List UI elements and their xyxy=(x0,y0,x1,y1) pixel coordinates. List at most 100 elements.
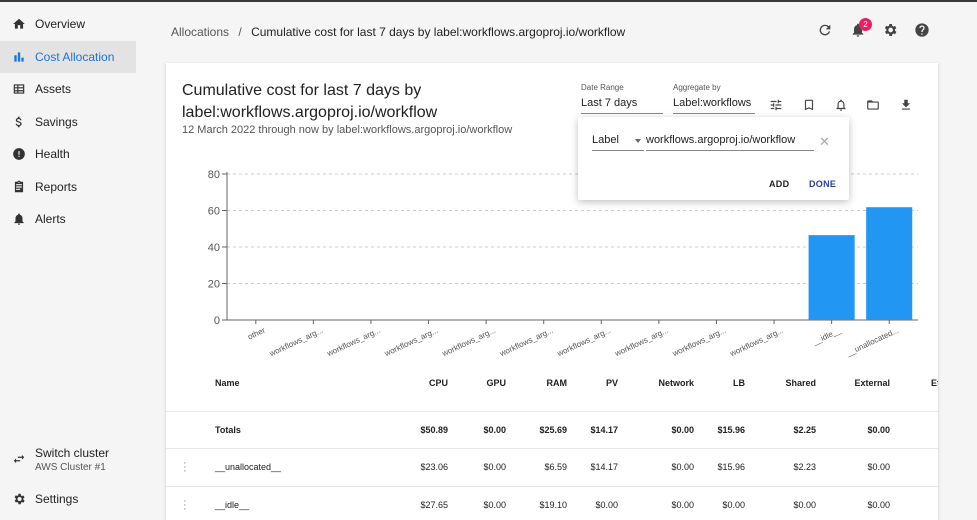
sidebar-item-reports[interactable]: Reports xyxy=(0,171,136,203)
help-button[interactable] xyxy=(914,22,930,38)
bookmark-icon xyxy=(802,98,816,112)
refresh-button[interactable] xyxy=(817,22,833,38)
gear-icon xyxy=(882,22,898,38)
table-cell: $2.23 xyxy=(793,462,816,472)
sidebar-item-label: Settings xyxy=(35,492,79,506)
column-header[interactable]: LB xyxy=(733,378,745,388)
row-menu-icon[interactable]: · · · xyxy=(183,458,187,477)
column-header[interactable]: Network xyxy=(658,378,694,388)
switch-cluster-button[interactable]: Switch cluster AWS Cluster #1 xyxy=(0,442,148,476)
settings-button[interactable] xyxy=(882,22,898,38)
breadcrumb-root-link[interactable]: Allocations xyxy=(171,25,229,39)
sidebar-item-label: Reports xyxy=(35,180,78,194)
x-tick-label: workflows_arg... xyxy=(728,326,785,358)
y-tick-label: 40 xyxy=(208,242,220,254)
report-subtitle: 12 March 2022 through now by label:workf… xyxy=(182,124,513,136)
date-range-select[interactable]: Date Range Last 7 days xyxy=(581,83,663,114)
download-button[interactable] xyxy=(899,98,913,112)
table-cell: $23.06 xyxy=(420,462,448,472)
sidebar-item-label: Cost Allocation xyxy=(35,50,115,64)
report-icon xyxy=(12,180,26,194)
column-header[interactable]: External xyxy=(854,378,890,388)
sidebar-item-settings[interactable]: Settings xyxy=(0,484,136,514)
help-icon xyxy=(914,22,930,38)
y-tick-label: 20 xyxy=(208,279,220,291)
row-menu-icon[interactable]: · · · xyxy=(183,496,187,515)
report-title: Cumulative cost for last 7 days by label… xyxy=(182,82,438,121)
refresh-icon xyxy=(817,22,833,38)
open-report-button[interactable] xyxy=(866,98,880,112)
bell-icon xyxy=(12,212,26,226)
sidebar-item-overview[interactable]: Overview xyxy=(0,8,136,40)
bookmark-button[interactable] xyxy=(802,98,816,112)
column-header[interactable]: RAM xyxy=(547,378,568,388)
sidebar-item-label: Assets xyxy=(35,82,72,96)
column-header[interactable]: Shared xyxy=(785,378,816,388)
aggregate-by-select[interactable]: Aggregate by Label:workflows xyxy=(673,83,755,114)
notification-count-badge: 2 xyxy=(859,18,872,31)
y-tick-label: 60 xyxy=(208,206,220,218)
sidebar: Overview Cost Allocation Assets Savings … xyxy=(0,2,148,520)
sidebar-item-label: Savings xyxy=(35,115,78,129)
swap-icon xyxy=(12,452,26,466)
totals-cell: $0.00 xyxy=(483,425,506,435)
alert-button[interactable] xyxy=(834,98,848,112)
totals-cell: $2.25 xyxy=(793,425,816,435)
gear-icon xyxy=(12,492,26,506)
breadcrumb: Allocations / Cumulative cost for last 7… xyxy=(171,25,625,39)
bar xyxy=(866,207,913,320)
table-cell: $0.00 xyxy=(483,462,506,472)
dollar-icon xyxy=(12,115,26,129)
table-cell: $0.00 xyxy=(671,462,694,472)
sidebar-item-savings[interactable]: Savings xyxy=(0,106,136,138)
x-tick-label: workflows_arg... xyxy=(613,326,670,358)
assets-icon xyxy=(12,82,26,96)
y-tick-label: 0 xyxy=(214,315,220,327)
done-button[interactable]: DONE xyxy=(809,179,836,189)
dropdown-caret-icon xyxy=(635,139,641,143)
x-tick-label: workflows_arg... xyxy=(555,326,612,358)
x-tick-label: workflows_arg... xyxy=(670,326,727,358)
home-icon xyxy=(12,17,26,31)
column-header[interactable]: GPU xyxy=(486,378,506,388)
x-tick-label: workflows_arg... xyxy=(440,326,497,358)
column-header[interactable]: Name xyxy=(215,378,240,388)
table-cell: $0.00 xyxy=(722,500,745,510)
filter-button[interactable] xyxy=(769,98,783,112)
date-range-value: Last 7 days xyxy=(581,97,663,114)
x-tick-label: workflows_arg... xyxy=(267,326,324,358)
x-tick-label: __idle__ xyxy=(810,325,843,347)
sidebar-item-health[interactable]: Health xyxy=(0,138,136,170)
table-cell: $0.00 xyxy=(867,500,890,510)
alert-circle-icon xyxy=(12,147,26,161)
filter-value-input[interactable]: workflows.argoproj.io/workflow xyxy=(646,134,814,151)
column-header[interactable]: PV xyxy=(606,378,618,388)
table-cell: $19.10 xyxy=(539,500,567,510)
sidebar-item-assets[interactable]: Assets xyxy=(0,73,136,105)
totals-cell: $25.69 xyxy=(539,425,567,435)
bar xyxy=(808,235,855,320)
x-tick-label: __unallocated... xyxy=(844,326,900,358)
table-cell: $14.17 xyxy=(590,462,618,472)
table-divider xyxy=(166,411,938,412)
sidebar-item-label: Alerts xyxy=(35,212,66,226)
tune-icon xyxy=(769,98,783,112)
date-range-label: Date Range xyxy=(581,83,624,92)
table-divider xyxy=(166,486,938,487)
totals-cell: $0.00 xyxy=(671,425,694,435)
column-header[interactable]: CPU xyxy=(429,378,448,388)
totals-label: Totals xyxy=(215,425,241,435)
column-header[interactable]: Ef xyxy=(931,378,938,388)
sidebar-item-cost-allocation[interactable]: Cost Allocation xyxy=(0,41,136,73)
aggregate-by-label: Aggregate by xyxy=(673,83,721,92)
add-filter-button[interactable]: ADD xyxy=(769,179,789,189)
table-cell: $0.00 xyxy=(671,500,694,510)
table-cell: $15.96 xyxy=(717,462,745,472)
x-tick-label: workflows_arg... xyxy=(497,326,554,358)
download-icon xyxy=(899,98,913,112)
clear-filter-icon[interactable]: ✕ xyxy=(819,134,830,150)
table-cell: $6.59 xyxy=(544,462,567,472)
totals-cell: $15.96 xyxy=(717,425,745,435)
switch-cluster-label: Switch cluster xyxy=(35,446,110,460)
sidebar-item-alerts[interactable]: Alerts xyxy=(0,203,136,235)
